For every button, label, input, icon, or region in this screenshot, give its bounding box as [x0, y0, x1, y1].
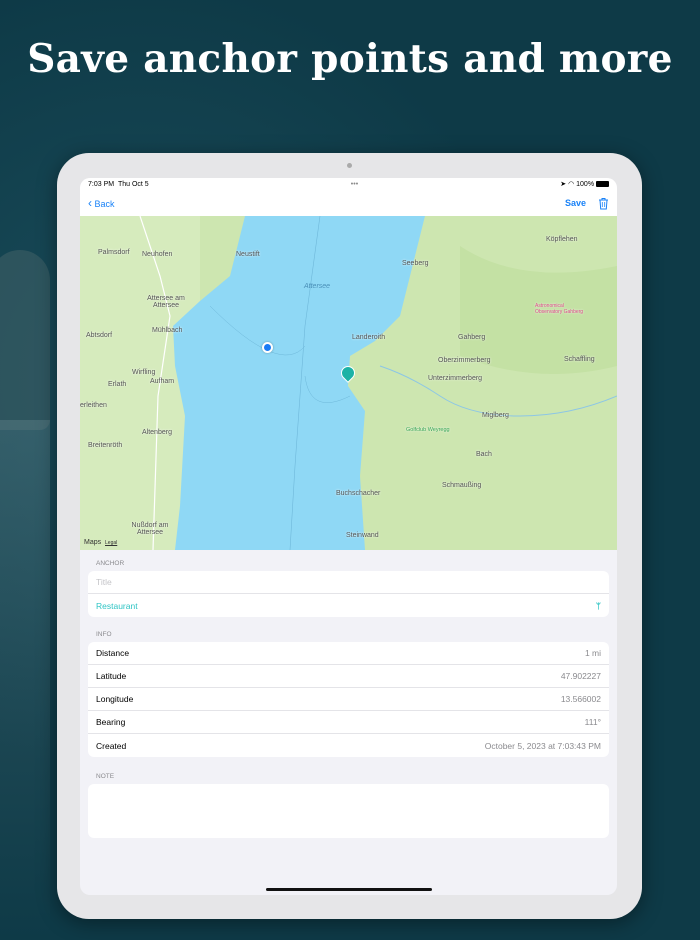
fork-knife-icon: ᛘ — [595, 600, 601, 611]
map-label: Golfclub Weyregg — [406, 427, 450, 433]
info-label: Longitude — [96, 694, 134, 704]
map-label: Attersee am Attersee — [147, 295, 185, 309]
map-label: Miglberg — [482, 412, 509, 419]
info-label: Bearing — [96, 717, 126, 727]
map-label: Palmsdorf — [98, 249, 130, 256]
map-label: Nußdorf am Attersee — [131, 522, 169, 536]
info-label: Created — [96, 740, 127, 751]
battery-icon — [596, 181, 609, 188]
info-value: 13.566002 — [560, 694, 601, 704]
map-label: Gahberg — [458, 334, 486, 341]
map-label: Astronomical Observatory Gahberg — [535, 303, 584, 315]
status-time: 7:03 PM — [88, 180, 115, 188]
title-placeholder: Title — [96, 577, 112, 587]
info-header: INFO — [96, 631, 112, 638]
trash-icon[interactable] — [598, 197, 609, 210]
anchor-header: ANCHOR — [96, 560, 125, 567]
camera — [347, 163, 352, 168]
nav-bar: ‹ Back Save — [80, 190, 617, 216]
chevron-left-icon: ‹ — [88, 196, 92, 210]
map-label: erleithen — [80, 402, 107, 409]
map-label: Neustift — [236, 251, 260, 258]
map-label: Aufham — [150, 378, 175, 385]
map-label: Bach — [476, 451, 492, 458]
wifi-icon: ◠ — [568, 181, 575, 188]
multitask-dots[interactable]: ••• — [351, 181, 358, 188]
map-label: Unterzimmerberg — [428, 375, 483, 382]
legal-link[interactable]: Legal — [105, 540, 117, 546]
boat-image — [0, 250, 50, 430]
map-label: Erlath — [108, 381, 127, 388]
boat-wake — [0, 420, 50, 940]
user-location-dot — [262, 342, 273, 353]
map-label: Buchschacher — [336, 490, 381, 497]
map-label: Oberzimmerberg — [438, 357, 491, 364]
headline: Save anchor points and more — [27, 36, 673, 82]
back-label: Back — [94, 199, 115, 209]
location-icon: ➤ — [560, 181, 567, 188]
category-label: Restaurant — [96, 600, 138, 611]
info-value: 47.902227 — [560, 671, 601, 681]
map-label: Wirfling — [132, 369, 156, 376]
map-label: Landeroith — [352, 334, 386, 341]
info-card: Distance 1 mi Latitude 47.902227 Longitude 13… — [88, 642, 609, 757]
title-input[interactable]: Title — [88, 571, 609, 594]
status-bar: 7:03 PM Thu Oct 5 ••• ➤ ◠ 100% — [80, 178, 617, 190]
status-date: Thu Oct 5 — [117, 180, 149, 188]
map-label: Altenberg — [142, 429, 172, 436]
maps-logo: Maps — [84, 539, 102, 546]
map-label: Mühlbach — [152, 327, 183, 334]
info-row-created: Created October 5, 2023 at 7:03:43 PM — [88, 734, 609, 757]
back-button[interactable]: ‹ Back — [88, 196, 115, 210]
screen: 7:03 PM Thu Oct 5 ••• ➤ ◠ 100% ‹ Back Sa… — [80, 178, 617, 895]
note-input[interactable] — [88, 784, 609, 838]
note-header: NOTE — [96, 773, 115, 780]
category-row[interactable]: Restaurant ᛘ — [88, 594, 609, 617]
info-value: 111° — [584, 717, 601, 727]
info-value: October 5, 2023 at 7:03:43 PM — [484, 740, 601, 751]
battery-percent: 100% — [576, 181, 595, 188]
info-row-distance: Distance 1 mi — [88, 642, 609, 665]
map-label: Breitenröth — [88, 442, 123, 449]
info-label: Latitude — [96, 671, 127, 681]
map-label: Schaffling — [564, 356, 595, 363]
map-label: Seeberg — [402, 260, 429, 267]
map-label: Neuhofen — [142, 251, 173, 258]
map-label: Abtsdorf — [86, 332, 113, 339]
info-row-latitude: Latitude 47.902227 — [88, 665, 609, 688]
map-view[interactable]: Palmsdorf Neuhofen Neustift Seeberg Köpflehe… — [80, 216, 617, 550]
info-row-bearing: Bearing 111° — [88, 711, 609, 734]
map-label: Attersee — [304, 283, 331, 290]
info-value: 1 mi — [584, 648, 601, 658]
map-label: Schmaußing — [442, 482, 482, 489]
save-button[interactable]: Save — [565, 198, 586, 208]
map-label: Steinwand — [346, 532, 379, 539]
info-row-longitude: Longitude 13.566002 — [88, 688, 609, 711]
info-label: Distance — [96, 648, 130, 658]
anchor-card: Title Restaurant ᛘ — [88, 571, 609, 617]
home-indicator[interactable] — [266, 888, 432, 891]
map-label: Köpflehen — [546, 236, 578, 243]
maps-attribution[interactable]: Maps Legal — [84, 539, 117, 546]
